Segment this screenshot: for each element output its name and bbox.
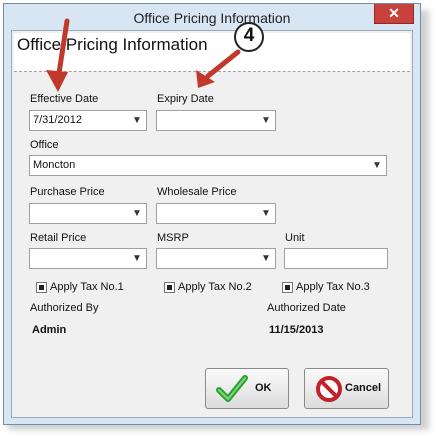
annotation-arrow-1 (46, 18, 70, 92)
annotation-arrow-2 (196, 49, 241, 88)
annotation-overlay (46, 18, 264, 92)
annotation-badge-number: 4 (243, 25, 255, 46)
